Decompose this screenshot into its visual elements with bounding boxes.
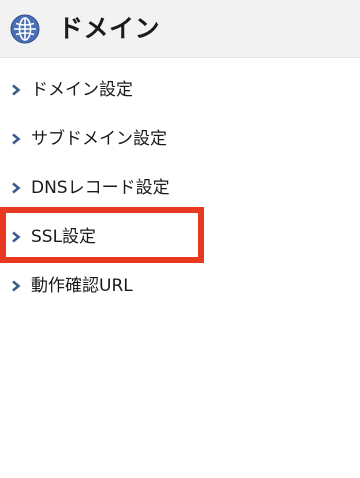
menu-item-label: サブドメイン設定 [31, 128, 167, 149]
menu-item-ssl-settings[interactable]: SSL設定 [0, 220, 360, 254]
menu-item-label: ドメイン設定 [31, 79, 133, 100]
menu-item-domain-settings[interactable]: ドメイン設定 [0, 73, 360, 107]
globe-icon [10, 14, 40, 43]
menu-item-label: SSL設定 [31, 226, 97, 247]
page-title: ドメイン [58, 14, 161, 43]
chevron-right-icon [12, 280, 21, 292]
chevron-right-icon [12, 182, 21, 194]
menu-item-operation-check-url[interactable]: 動作確認URL [0, 269, 360, 303]
menu-item-subdomain-settings[interactable]: サブドメイン設定 [0, 122, 360, 156]
chevron-right-icon [12, 231, 21, 243]
menu-item-label: 動作確認URL [31, 275, 133, 296]
menu-item-dns-record-settings[interactable]: DNSレコード設定 [0, 171, 360, 205]
chevron-right-icon [12, 133, 21, 145]
chevron-right-icon [12, 84, 21, 96]
domain-menu-panel: ドメイン ドメイン設定 サブドメイン設定 DNSレコード設定 SSL設定 動作確… [0, 0, 360, 478]
menu-item-label: DNSレコード設定 [31, 177, 170, 198]
section-header: ドメイン [0, 0, 360, 58]
